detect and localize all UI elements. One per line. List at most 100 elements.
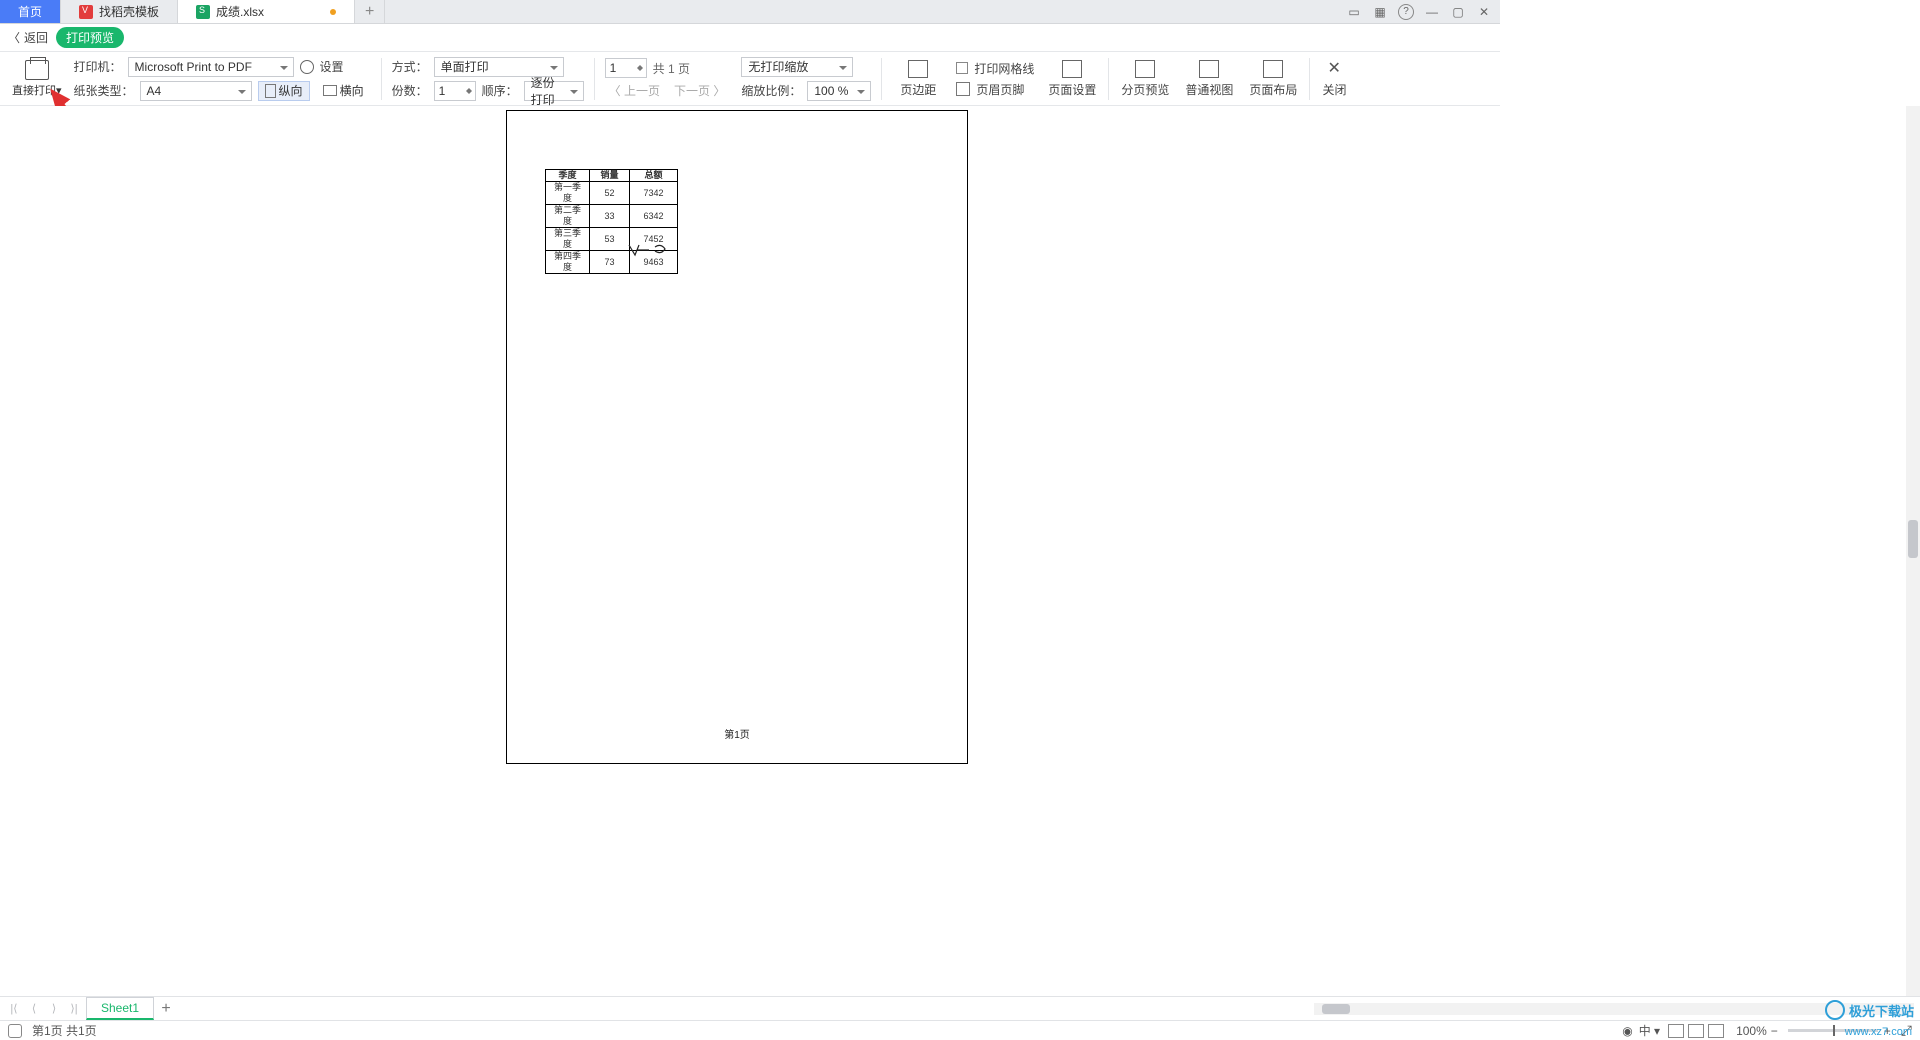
order-label: 顺序： [482,82,518,99]
printer-value: Microsoft Print to PDF [135,60,252,74]
paginate-label: 分页预览 [1121,81,1169,98]
add-sheet-button[interactable]: + [158,1001,174,1017]
sheet-prev-button[interactable]: ⟨ [26,1001,42,1017]
hscroll-thumb[interactable] [1322,1004,1350,1014]
view-page-icon[interactable] [1688,1024,1704,1038]
watermark-name: 极光下载站 [1849,1001,1914,1020]
zoom-knob[interactable] [1833,1025,1835,1036]
sheet-last-button[interactable]: ⟩| [66,1001,82,1017]
landscape-label: 横向 [340,82,364,99]
separator [881,58,882,100]
tab-templates[interactable]: 找稻壳模板 [61,0,178,23]
scale-value: 无打印缩放 [748,58,808,75]
prev-page-button[interactable]: 〈 上一页 [605,82,664,99]
margins-label: 页边距 [900,81,936,98]
next-page-button[interactable]: 下一页 〉 [670,82,729,99]
preview-header-row: 〈 返回 打印预览 [0,24,1500,52]
printer-icon [25,60,49,80]
paper-label: 纸张类型： [74,82,134,99]
page-setup-icon [1062,60,1082,78]
tab-add[interactable]: + [355,0,385,23]
page-total: 共 1 页 [653,60,690,77]
sheet1-label: Sheet1 [101,1001,139,1015]
sheet-tab-row: |⟨ ⟨ ⟩ ⟩| Sheet1 + [0,996,1920,1020]
lang-indicator[interactable]: 中 ▾ [1639,1022,1660,1039]
landscape-icon [323,85,337,96]
spreadsheet-icon [196,5,210,19]
view-break-icon[interactable] [1708,1024,1724,1038]
sheet-tab-sheet1[interactable]: Sheet1 [86,997,154,1020]
printer-label: 打印机： [74,58,122,75]
direct-print-button[interactable]: 直接打印▾ [6,60,68,98]
copies-label: 份数： [392,82,428,99]
watermark-url: www.xz7.com [1845,1026,1912,1038]
grid-icon[interactable]: ▦ [1372,4,1388,20]
margins-button[interactable]: 页边距 [892,60,944,98]
orientation-portrait[interactable]: 纵向 [258,81,310,101]
chevron-left-icon: 〈 [8,29,20,46]
tab-templates-label: 找稻壳模板 [99,3,159,20]
tab-document-label: 成绩.xlsx [216,3,264,20]
separator [1309,58,1310,100]
page-setup-label: 页面设置 [1048,81,1096,98]
paper-page: 季度 销量 总额 第一季度527342 第二季度336342 第三季度53745… [506,110,968,764]
zoom-value: 100% [1736,1024,1767,1038]
zoom-ratio-label: 缩放比例： [741,82,801,99]
print-preview-label: 打印预览 [66,31,114,45]
status-page-info: 第1页 共1页 [32,1022,97,1039]
status-app-icon [8,1024,22,1038]
top-tab-bar: 首页 找稻壳模板 成绩.xlsx + ▭ ▦ ? — ▢ ✕ [0,0,1500,24]
zoom-out-button[interactable]: − [1771,1024,1778,1038]
scale-select[interactable]: 无打印缩放 [741,57,853,77]
gear-icon [300,60,314,74]
page-number-value: 1 [610,61,617,75]
view-normal-icon[interactable] [1668,1024,1684,1038]
orientation-landscape[interactable]: 横向 [316,81,371,101]
grid-checkbox[interactable] [956,62,968,74]
order-select[interactable]: 逐份打印 [524,81,584,101]
close-window-button[interactable]: ✕ [1476,4,1492,20]
page-number-stepper[interactable]: 1 [605,58,647,78]
zoom-ratio-select[interactable]: 100 % [807,81,871,101]
maximize-button[interactable]: ▢ [1450,4,1466,20]
cursor-scribble-icon [625,241,673,259]
tab-home[interactable]: 首页 [0,0,61,23]
copies-stepper[interactable]: 1 [434,81,476,101]
preview-area: 季度 销量 总额 第一季度527342 第二季度336342 第三季度53745… [0,106,1906,996]
th-quarter: 季度 [546,170,590,182]
order-value: 逐份打印 [531,74,565,108]
normal-view-button[interactable]: 普通视图 [1177,60,1241,98]
layout-icon[interactable]: ▭ [1346,4,1362,20]
print-mode-value: 单面打印 [441,58,489,75]
sheet-first-button[interactable]: |⟨ [6,1001,22,1017]
print-preview-pill: 打印预览 [56,27,124,48]
minimize-button[interactable]: — [1424,4,1440,20]
close-preview-button[interactable]: ✕关闭 [1314,60,1354,98]
back-button[interactable]: 〈 返回 [8,29,48,46]
print-toolbar: 直接打印▾ 打印机： Microsoft Print to PDF 设置 纸张类… [0,52,1500,106]
printer-settings-button[interactable]: 设置 [320,58,344,75]
vertical-scrollbar[interactable] [1906,106,1920,996]
header-footer-button[interactable]: 页眉页脚 [976,81,1024,98]
paper-select[interactable]: A4 [140,81,252,101]
copies-value: 1 [439,84,446,98]
tab-document[interactable]: 成绩.xlsx [178,0,355,23]
back-label: 返回 [24,29,48,46]
page-layout-button[interactable]: 页面布局 [1241,60,1305,98]
page-setup-button[interactable]: 页面设置 [1040,60,1104,98]
direct-print-label: 直接打印▾ [12,82,62,98]
paginate-preview-button[interactable]: 分页预览 [1113,60,1177,98]
normal-view-icon [1199,60,1219,78]
separator [1108,58,1109,100]
printer-select[interactable]: Microsoft Print to PDF [128,57,294,77]
grid-label: 打印网格线 [974,60,1034,77]
paginate-icon [1135,60,1155,78]
eye-icon[interactable]: ◉ [1622,1024,1632,1038]
help-icon[interactable]: ? [1398,4,1414,20]
scroll-thumb[interactable] [1908,520,1918,558]
sheet-next-button[interactable]: ⟩ [46,1001,62,1017]
print-mode-label: 方式： [392,58,428,75]
header-footer-icon [956,82,970,96]
page-layout-icon [1263,60,1283,78]
paper-value: A4 [147,84,162,98]
